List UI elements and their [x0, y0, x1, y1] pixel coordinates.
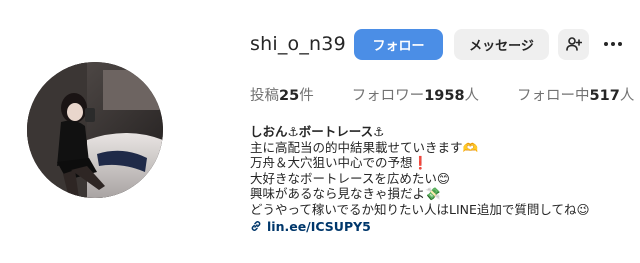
posts-stat: 投稿25件 [250, 84, 314, 105]
more-horizontal-icon [603, 42, 624, 46]
followers-count: 1958 [424, 88, 465, 104]
following-stat[interactable]: フォロー中517人 [517, 84, 634, 105]
following-count: 517 [589, 88, 620, 104]
posts-label: 投稿 [250, 88, 279, 104]
profile-avatar[interactable] [27, 62, 163, 198]
followers-unit: 人 [464, 88, 480, 104]
suggest-accounts-button[interactable] [558, 28, 589, 60]
display-name: しおん⚓ボートレース⚓ [250, 124, 385, 139]
bio-line: 興味があるなら見なきゃ損だよ💸 [250, 186, 441, 202]
followers-stat[interactable]: フォロワー1958人 [352, 84, 479, 105]
profile-bio: しおん⚓ボートレース⚓ 主に高配当の的中結果載せていきます🫶 万舟＆大穴狙い中心… [250, 124, 590, 234]
bio-line: どうやって稼いでるか知りたい人はLINE追加で質問してね😉 [250, 201, 590, 217]
username: shi_o_n39 [250, 33, 346, 55]
bio-line: 主に高配当の的中結果載せていきます🫶 [250, 139, 479, 155]
link-icon [250, 220, 267, 232]
posts-unit: 件 [299, 88, 314, 104]
more-options-button[interactable] [601, 32, 625, 56]
bio-link[interactable]: lin.ee/ICSUPY5 [250, 219, 590, 235]
profile-stats: 投稿25件 フォロワー1958人 フォロー中517人 [250, 84, 640, 105]
following-label: フォロー中 [517, 88, 590, 104]
profile-section: shi_o_n39 フォロー メッセージ 投稿25件 フォロワー1958人 フォ… [250, 0, 640, 263]
person-add-icon [565, 36, 582, 52]
follow-button[interactable]: フォロー [354, 28, 443, 60]
profile-header: shi_o_n39 フォロー メッセージ [250, 28, 625, 60]
message-button[interactable]: メッセージ [454, 28, 549, 60]
followers-label: フォロワー [351, 88, 425, 104]
posts-count: 25 [279, 88, 300, 104]
bio-line: 万舟＆大穴狙い中心での予想❗ [250, 155, 429, 171]
bio-line: 大好きなボートレースを広めたい😊 [250, 170, 450, 186]
following-unit: 人 [619, 88, 635, 104]
bio-link-text: lin.ee/ICSUPY5 [267, 218, 371, 234]
